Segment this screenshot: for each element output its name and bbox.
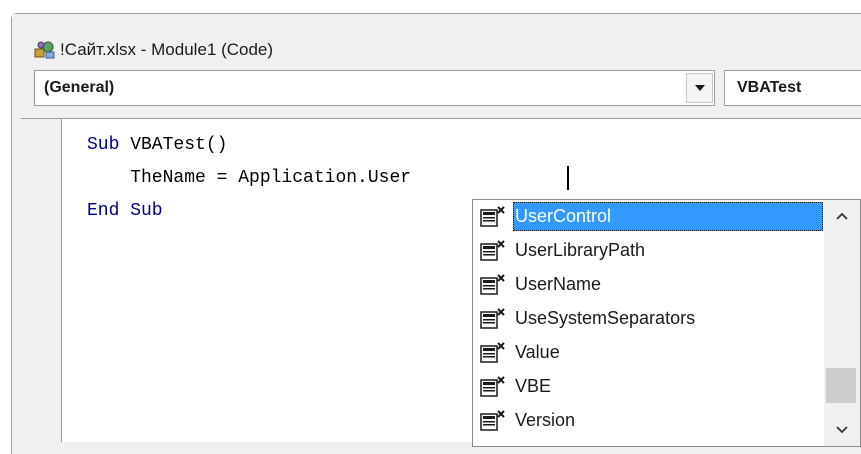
chevron-down-icon bbox=[836, 426, 848, 434]
property-icon bbox=[480, 410, 505, 431]
vba-module-icon bbox=[34, 41, 55, 59]
property-icon bbox=[480, 308, 505, 329]
chevron-down-icon bbox=[694, 85, 705, 91]
chevron-up-icon bbox=[836, 212, 848, 220]
title-bar[interactable]: !Сайт.xlsx - Module1 (Code) bbox=[12, 14, 861, 74]
scroll-thumb[interactable] bbox=[826, 368, 856, 403]
text-caret bbox=[567, 166, 569, 190]
property-icon bbox=[480, 342, 505, 363]
list-item[interactable]: Value bbox=[473, 336, 823, 369]
list-item[interactable]: UserName bbox=[473, 268, 823, 301]
keyword: End Sub bbox=[87, 201, 163, 221]
property-icon bbox=[480, 206, 505, 227]
code-text: VBATest() bbox=[119, 135, 228, 155]
list-item-label: UserName bbox=[515, 274, 602, 294]
object-combo[interactable]: (General) bbox=[34, 70, 715, 106]
list-item-label: UserLibraryPath bbox=[515, 240, 646, 260]
vertical-scrollbar[interactable] bbox=[824, 200, 860, 446]
list-item[interactable]: VBE bbox=[473, 370, 823, 403]
code-line-3: End Sub bbox=[87, 201, 163, 221]
scroll-up-button[interactable] bbox=[824, 200, 860, 232]
code-line-2: TheName = Application.User bbox=[87, 168, 411, 188]
window-title: !Сайт.xlsx - Module1 (Code) bbox=[60, 40, 274, 59]
list-item[interactable]: UserControl bbox=[473, 200, 823, 233]
list-item-label: UserControl bbox=[515, 206, 612, 226]
list-item-label: UseSystemSeparators bbox=[515, 308, 696, 328]
procedure-combo-value: VBATest bbox=[737, 79, 802, 96]
procedure-combo[interactable]: VBATest bbox=[724, 70, 861, 106]
list-item[interactable]: Version bbox=[473, 404, 823, 437]
autocomplete-list[interactable]: UserControl UserLibraryPath UserName Use… bbox=[472, 199, 861, 447]
list-item-label: Value bbox=[515, 342, 560, 362]
property-icon bbox=[480, 240, 505, 261]
list-item-label: Version bbox=[515, 410, 576, 430]
object-combo-dropdown-button[interactable] bbox=[686, 73, 713, 103]
keyword: Sub bbox=[87, 135, 120, 155]
list-item[interactable]: UseSystemSeparators bbox=[473, 302, 823, 335]
property-icon bbox=[480, 274, 505, 295]
property-icon bbox=[480, 376, 505, 397]
code-text: TheName = Application.User bbox=[87, 168, 412, 188]
list-item-label: VBE bbox=[515, 376, 552, 396]
list-item[interactable]: UserLibraryPath bbox=[473, 234, 823, 267]
margin-indicator-bar[interactable] bbox=[21, 119, 62, 442]
object-combo-value: (General) bbox=[44, 79, 115, 96]
scroll-down-button[interactable] bbox=[824, 414, 860, 446]
code-line-1: Sub VBATest() bbox=[87, 135, 227, 155]
